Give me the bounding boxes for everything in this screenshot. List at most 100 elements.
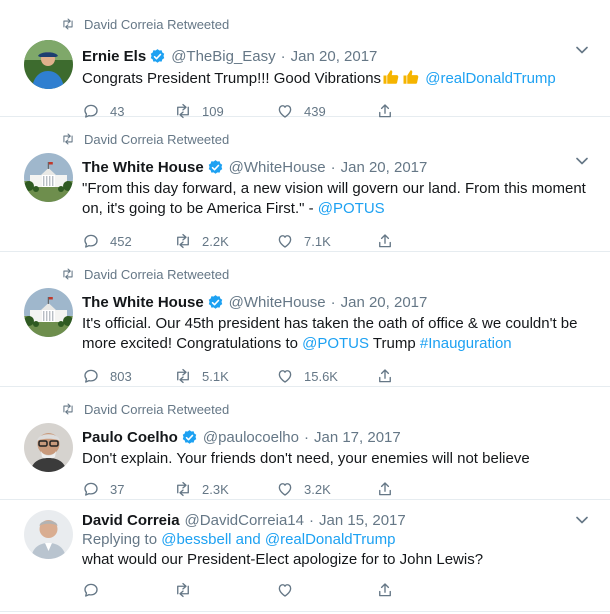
reply-icon [82,367,100,385]
tweet[interactable]: David Correia Retweeted Ernie Els @TheBi… [0,0,610,119]
like-button[interactable] [276,581,376,599]
share-button[interactable] [376,232,404,250]
avatar[interactable] [24,510,73,559]
separator: · [330,293,336,311]
tweet[interactable]: David Correia Retweeted Paulo Coelho @pa… [0,387,610,500]
retweeted-by-label: David Correia Retweeted [84,131,230,147]
reply-button[interactable]: 452 [82,232,174,250]
reply-button[interactable]: 37 [82,480,174,498]
heart-icon [276,367,294,385]
tweet-text-line: It's official. Our 45th president has ta… [82,315,578,332]
author-handle[interactable]: @DavidCorreia14 [185,512,304,529]
tweet-header: Ernie Els @TheBig_Easy · Jan 20, 2017 [82,46,586,66]
author-handle[interactable]: @TheBig_Easy [171,48,275,65]
tweet-header: David Correia @DavidCorreia14 · Jan 15, … [82,500,586,530]
retweet-icon [174,232,192,250]
retweet-count: 5.1K [202,368,229,384]
separator: · [303,428,309,446]
tweet-date[interactable]: Jan 20, 2017 [341,159,428,176]
tweet-text: Congrats President Trump!!! Good Vibrati… [82,68,586,89]
reply-count: 37 [110,481,125,497]
mention-link[interactable]: @bessbell [161,531,231,548]
retweet-icon [60,267,76,281]
mention-link[interactable]: @POTUS [302,335,369,352]
verified-badge-icon [181,429,198,446]
tweet-text: what would our President-Elect apologize… [82,551,484,568]
tweet[interactable]: David Correia Retweeted The White House … [0,252,610,387]
share-button[interactable] [376,480,404,498]
reply-count: 803 [110,368,132,384]
replying-to-label: Replying to [82,531,158,548]
avatar[interactable] [24,423,73,472]
author-name[interactable]: The White House [82,294,204,311]
tweet-header: The White House @WhiteHouse · Jan 20, 20… [82,292,586,312]
separator: · [309,511,314,529]
author-name[interactable]: David Correia [82,512,180,529]
reply-icon [82,581,100,599]
retweet-icon [60,402,76,416]
tweet-text-body: Trump [369,335,420,352]
share-icon [376,480,394,498]
share-button[interactable] [376,367,404,385]
like-button[interactable]: 3.2K [276,480,376,498]
avatar-image [24,510,73,559]
thumbs-up-icon [402,68,420,86]
retweet-button[interactable]: 2.3K [174,480,276,498]
author-handle[interactable]: @paulocoelho [203,429,299,446]
retweet-button[interactable]: 2.2K [174,232,276,250]
tweet[interactable]: David Correia Retweeted The White House … [0,117,610,252]
tweet-text-line: "From this day forward, a new vision wil… [82,180,586,197]
avatar-image [24,288,73,337]
avatar-image [24,40,73,89]
mention-link[interactable]: @realDonaldTrump [265,531,396,548]
tweet[interactable]: David Correia @DavidCorreia14 · Jan 15, … [0,500,610,612]
retweet-icon [174,581,192,599]
share-icon [376,232,394,250]
avatar-image [24,153,73,202]
retweet-button[interactable]: 5.1K [174,367,276,385]
mention-link[interactable]: @POTUS [318,200,385,217]
avatar[interactable] [24,288,73,337]
retweeted-by-label: David Correia Retweeted [84,16,230,32]
avatar[interactable] [24,153,73,202]
chevron-down-icon[interactable] [576,516,588,524]
share-button[interactable] [376,581,404,599]
tweet-header: Paulo Coelho @paulocoelho · Jan 17, 2017 [82,427,586,447]
tweet-text: "From this day forward, a new vision wil… [82,179,586,219]
retweet-count: 2.3K [202,481,229,497]
like-button[interactable]: 7.1K [276,232,376,250]
retweeted-by-label: David Correia Retweeted [84,266,230,282]
reply-count: 452 [110,233,132,249]
retweet-context: David Correia Retweeted [58,117,586,147]
retweet-icon [174,480,192,498]
reply-button[interactable]: 803 [82,367,174,385]
tweet-text-body: Congrats President Trump!!! Good Vibrati… [82,70,382,87]
thumbs-up-icon [382,68,400,86]
reply-button[interactable] [82,581,174,599]
hashtag-link[interactable]: #Inauguration [420,335,512,352]
mention-link[interactable]: @realDonaldTrump [425,70,556,87]
retweet-button[interactable] [174,581,276,599]
like-button[interactable]: 15.6K [276,367,376,385]
author-name[interactable]: Ernie Els [82,48,146,65]
author-handle[interactable]: @WhiteHouse [229,294,326,311]
chevron-down-icon[interactable] [576,157,588,165]
verified-badge-icon [149,48,166,65]
avatar[interactable] [24,40,73,89]
timeline: David Correia Retweeted Ernie Els @TheBi… [0,0,610,612]
chevron-down-icon[interactable] [576,46,588,54]
tweet-actions: 803 5.1K 15.6K [82,366,586,386]
replying-to-and: and [231,531,265,548]
like-count: 15.6K [304,368,338,384]
author-name[interactable]: The White House [82,159,204,176]
share-icon [376,581,394,599]
retweet-count: 2.2K [202,233,229,249]
tweet-actions [82,580,586,600]
tweet-header: The White House @WhiteHouse · Jan 20, 20… [82,157,586,177]
author-name[interactable]: Paulo Coelho [82,429,178,446]
tweet-date[interactable]: Jan 17, 2017 [314,429,401,446]
tweet-date[interactable]: Jan 15, 2017 [319,512,406,529]
tweet-date[interactable]: Jan 20, 2017 [341,294,428,311]
tweet-date[interactable]: Jan 20, 2017 [291,48,378,65]
author-handle[interactable]: @WhiteHouse [229,159,326,176]
